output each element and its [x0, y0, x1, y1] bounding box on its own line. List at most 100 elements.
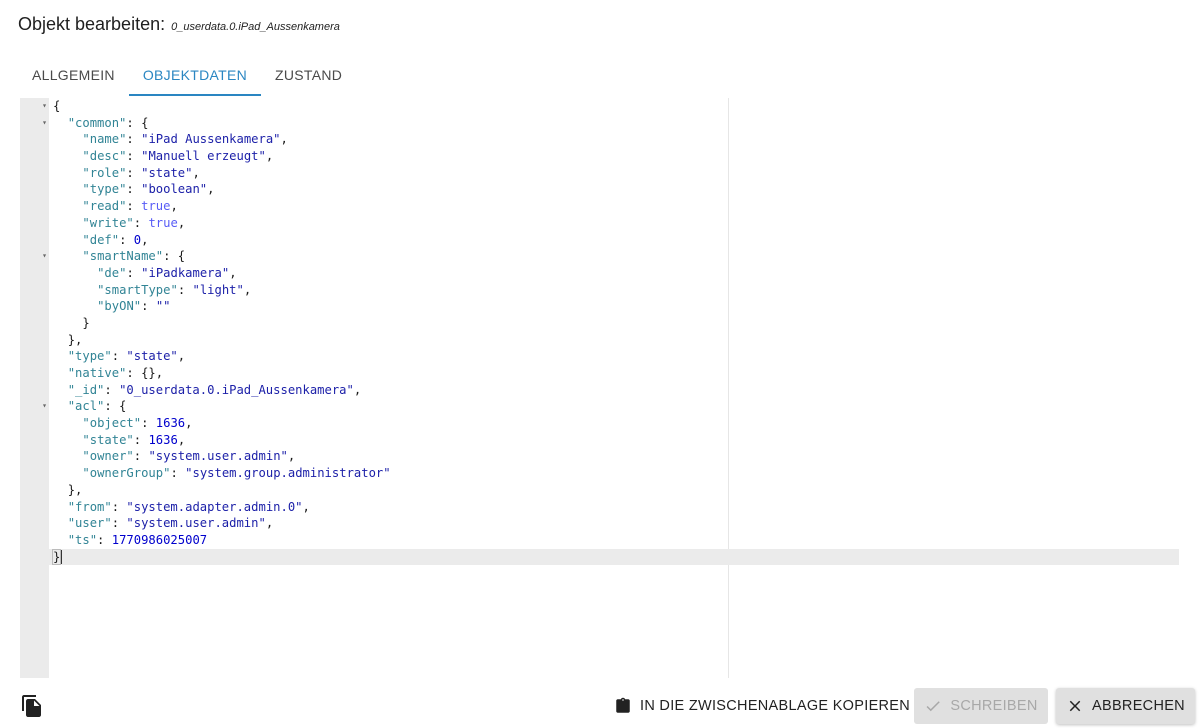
code-line[interactable]: "write": true, [20, 215, 1179, 232]
code-token: 1636 [148, 432, 178, 447]
code-line[interactable]: "_id": "0_userdata.0.iPad_Aussenkamera", [20, 382, 1179, 399]
copy-to-clipboard-label: IN DIE ZWISCHENABLAGE KOPIEREN [640, 698, 911, 714]
code-token: 1636 [155, 416, 186, 431]
code-line[interactable]: "ts": 1770986025007 [20, 532, 1179, 549]
code-token: , [177, 349, 186, 364]
code-token: "desc" [82, 149, 127, 164]
code-text: } [82, 315, 89, 332]
code-token: : [170, 466, 186, 481]
code-line[interactable]: "state": 1636, [20, 432, 1179, 449]
code-line[interactable]: "native": {}, [20, 365, 1179, 382]
fold-toggle-icon[interactable]: ▾ [40, 398, 49, 415]
code-line[interactable]: } [20, 315, 1179, 332]
code-text: }, [68, 332, 83, 349]
code-line[interactable]: "smartType": "light", [20, 282, 1179, 299]
code-token: : [97, 532, 112, 547]
code-text: "type": "boolean", [82, 181, 214, 198]
code-text: "ownerGroup": "system.group.administrato… [82, 465, 390, 482]
tab-objektdaten[interactable]: OBJEKTDATEN [128, 56, 262, 96]
code-token: : [126, 199, 142, 214]
code-token: } [82, 315, 90, 330]
code-token: "write" [82, 215, 134, 230]
code-line[interactable]: "byON": "" [20, 298, 1179, 315]
code-line[interactable]: "from": "system.adapter.admin.0", [20, 499, 1179, 516]
code-token: , [229, 265, 237, 280]
code-token: "system.user.admin" [126, 516, 266, 531]
json-editor[interactable]: ▾{▾ "common": {"name": "iPad Aussenkamera… [20, 98, 1179, 678]
code-line[interactable]: ▾ "common": { [20, 115, 1179, 132]
code-line[interactable]: "def": 0, [20, 232, 1179, 249]
copy-to-clipboard-button[interactable]: IN DIE ZWISCHENABLAGE KOPIEREN [608, 688, 914, 724]
code-token: , [185, 416, 193, 431]
code-token: : [141, 416, 156, 431]
fold-toggle-icon[interactable]: ▾ [40, 98, 49, 115]
code-text: "common": { [68, 115, 149, 132]
code-text: "smartName": { [82, 248, 185, 265]
code-line[interactable]: ▾{ [20, 98, 1179, 115]
code-token: { [53, 99, 61, 113]
tab-allgemein[interactable]: ALLGEMEIN [18, 56, 129, 96]
code-line[interactable]: } [20, 548, 1179, 566]
close-icon [1069, 700, 1081, 712]
code-token: "system.user.admin" [148, 449, 288, 464]
code-line[interactable]: "name": "iPad Aussenkamera", [20, 131, 1179, 148]
editor-lines[interactable]: ▾{▾ "common": {"name": "iPad Aussenkamera… [20, 98, 1179, 566]
code-line[interactable]: }, [20, 332, 1179, 349]
code-token: }, [67, 482, 83, 497]
code-text: "owner": "system.user.admin", [82, 448, 295, 465]
code-token: "iPad Aussenkamera" [141, 132, 281, 147]
code-text: "ts": 1770986025007 [68, 532, 207, 549]
code-token: "acl" [67, 399, 105, 414]
code-text: "native": {}, [68, 365, 163, 382]
code-token: : [126, 149, 142, 164]
code-token: }, [67, 332, 83, 347]
code-line[interactable]: "de": "iPadkamera", [20, 265, 1179, 282]
code-token: , [170, 199, 178, 214]
code-token: "native" [67, 366, 127, 380]
code-line[interactable]: "user": "system.user.admin", [20, 515, 1179, 532]
code-token: , [177, 215, 186, 230]
code-token: "from" [67, 499, 112, 514]
dialog-title: Objekt bearbeiten: 0_userdata.0.iPad_Aus… [18, 14, 340, 35]
fold-toggle-icon[interactable]: ▾ [40, 248, 49, 265]
code-token: "role" [82, 165, 127, 180]
code-line[interactable]: "object": 1636, [20, 415, 1179, 432]
cancel-button[interactable]: ABBRECHEN [1056, 688, 1195, 724]
code-text: "acl": { [68, 398, 127, 415]
code-line[interactable]: "type": "state", [20, 348, 1179, 365]
code-token: "byON" [97, 299, 142, 314]
write-label: SCHREIBEN [950, 698, 1038, 714]
code-token: "smartType" [97, 282, 178, 297]
tab-bar: ALLGEMEIN OBJEKTDATEN ZUSTAND [18, 56, 356, 96]
code-token: : [126, 165, 142, 180]
code-line[interactable]: "role": "state", [20, 165, 1179, 182]
code-token: , [287, 449, 296, 464]
fold-toggle-icon[interactable]: ▾ [40, 115, 49, 132]
dialog-footer: IN DIE ZWISCHENABLAGE KOPIEREN SCHREIBEN… [0, 684, 1200, 728]
code-token: : [126, 132, 142, 147]
code-line[interactable]: "owner": "system.user.admin", [20, 448, 1179, 465]
dialog-title-text: Objekt bearbeiten: [18, 14, 166, 34]
code-line[interactable]: "type": "boolean", [20, 181, 1179, 198]
clipboard-icon [616, 697, 630, 713]
code-line[interactable]: }, [20, 482, 1179, 499]
code-text: "byON": "" [97, 298, 170, 315]
code-line[interactable]: "read": true, [20, 198, 1179, 215]
write-button[interactable]: SCHREIBEN [914, 688, 1048, 724]
code-line[interactable]: "ownerGroup": "system.group.administrato… [20, 465, 1179, 482]
object-id-label: 0_userdata.0.iPad_Aussenkamera [171, 21, 340, 33]
code-token: "state" [82, 432, 134, 447]
code-text: "desc": "Manuell erzeugt", [82, 148, 273, 165]
code-line[interactable]: ▾ "acl": { [20, 398, 1179, 415]
tab-zustand[interactable]: ZUSTAND [261, 56, 356, 96]
code-line[interactable]: ▾ "smartName": { [20, 248, 1179, 265]
code-line[interactable]: "desc": "Manuell erzeugt", [20, 148, 1179, 165]
code-token: "type" [82, 182, 127, 197]
code-token: : { [163, 249, 186, 264]
copy-files-icon[interactable] [20, 694, 44, 718]
code-token: "" [155, 299, 171, 314]
code-token: : [111, 516, 127, 531]
code-token: true [141, 199, 171, 214]
check-icon [926, 701, 941, 712]
code-token: : [126, 182, 142, 197]
